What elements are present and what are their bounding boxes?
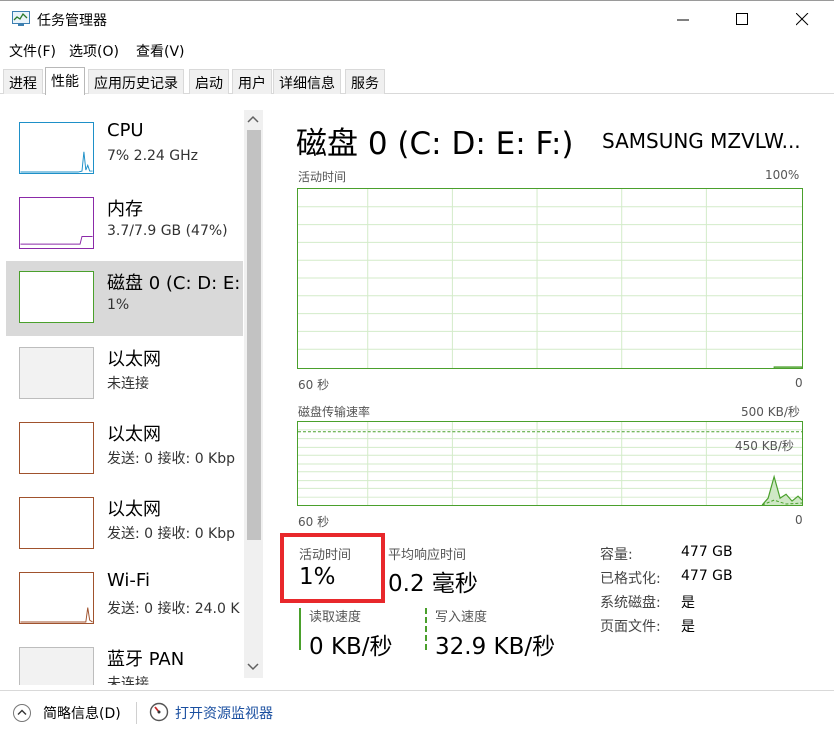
sidebar-item-name: CPU — [107, 120, 144, 141]
capacity-label: 容量: — [600, 547, 633, 563]
sidebar-item-bluetooth-pan[interactable]: 蓝牙 PAN 未连接 — [6, 637, 243, 685]
sidebar-item-name: 内存 — [107, 199, 143, 220]
sidebar-item-name: 蓝牙 PAN — [107, 649, 185, 670]
page-file-label: 页面文件: — [600, 619, 661, 635]
sidebar-item-sub: 7% 2.24 GHz — [107, 148, 199, 164]
write-speed-indicator — [425, 608, 427, 650]
tab-processes[interactable]: 进程 — [3, 69, 43, 94]
graph-time-label: 60 秒 — [298, 515, 330, 529]
transfer-rate-graph — [297, 421, 803, 506]
disk-model: SAMSUNG MZVLW... — [602, 129, 801, 153]
sidebar-item-sub: 发送: 0 接收: 24.0 K — [107, 601, 240, 617]
tab-users[interactable]: 用户 — [232, 69, 272, 94]
ethernet-thumbnail — [19, 347, 94, 399]
formatted-value: 477 GB — [681, 568, 733, 584]
disk-title: 磁盘 0 (C: D: E: F:) — [296, 126, 574, 162]
active-time-series — [773, 366, 802, 368]
read-speed-value: 0 KB/秒 — [309, 634, 393, 660]
minimize-icon — [677, 19, 689, 21]
read-speed-indicator — [299, 608, 301, 650]
title-bar: 任务管理器 — [0, 0, 834, 38]
read-speed-label: 读取速度 — [309, 610, 362, 625]
maximize-button[interactable] — [714, 1, 774, 39]
sidebar-item-sub: 发送: 0 接收: 0 Kbp — [107, 526, 236, 542]
bluetooth-thumbnail — [19, 647, 94, 685]
ethernet-thumbnail — [19, 497, 94, 549]
sidebar-item-ethernet[interactable]: 以太网 发送: 0 接收: 0 Kbp — [6, 487, 243, 562]
footer-bar — [0, 690, 834, 742]
graph-max-label: 100% — [765, 168, 800, 182]
memory-thumbnail — [19, 197, 94, 249]
open-resource-monitor-link[interactable]: 打开资源监视器 — [175, 703, 273, 723]
tab-app-history[interactable]: 应用历史记录 — [88, 69, 184, 94]
cpu-thumbnail — [19, 122, 94, 174]
menu-file[interactable]: 文件(F) — [9, 41, 56, 61]
sidebar-item-name: 以太网 — [107, 349, 161, 370]
sidebar-item-sub: 3.7/7.9 GB (47%) — [107, 223, 228, 239]
tab-bar: 进程 性能 应用历史记录 启动 用户 详细信息 服务 — [0, 67, 834, 95]
close-icon — [796, 13, 809, 26]
response-time-value: 0.2 毫秒 — [388, 571, 478, 597]
response-time-label: 平均响应时间 — [388, 548, 467, 563]
capacity-value: 477 GB — [681, 544, 733, 560]
maximize-icon — [736, 13, 748, 25]
sidebar-item-ethernet[interactable]: 以太网 发送: 0 接收: 0 Kbp — [6, 412, 243, 487]
collapse-chevron-icon[interactable] — [12, 703, 32, 723]
tab-performance[interactable]: 性能 — [45, 67, 85, 95]
write-speed-label: 写入速度 — [435, 610, 488, 625]
sidebar-item-name: 磁盘 0 (C: D: E: — [107, 273, 241, 294]
disk-thumbnail — [19, 271, 94, 323]
task-manager-icon — [12, 11, 30, 26]
system-disk-label: 系统磁盘: — [600, 595, 661, 611]
scroll-up-icon[interactable] — [246, 114, 260, 124]
tab-startup[interactable]: 启动 — [189, 69, 229, 94]
highlight-box — [280, 533, 385, 603]
sidebar-item-name: 以太网 — [107, 499, 161, 520]
page-file-value: 是 — [681, 619, 695, 635]
graph-max-label: 500 KB/秒 — [741, 405, 800, 419]
graph-time-label: 60 秒 — [298, 378, 330, 392]
sidebar-item-wifi[interactable]: Wi-Fi 发送: 0 接收: 24.0 K — [6, 562, 243, 637]
footer-divider — [136, 702, 137, 724]
sidebar-item-sub: 1% — [107, 297, 130, 313]
close-button[interactable] — [774, 1, 834, 39]
fewer-details-link[interactable]: 简略信息(D) — [43, 703, 121, 723]
scroll-down-icon[interactable] — [246, 662, 260, 672]
menu-view[interactable]: 查看(V) — [136, 41, 185, 61]
sidebar-item-sub: 未连接 — [107, 676, 149, 685]
graph-label: 磁盘传输速率 — [298, 405, 371, 419]
window-title: 任务管理器 — [37, 13, 107, 29]
minimize-button[interactable] — [655, 1, 715, 39]
scrollbar-thumb[interactable] — [247, 130, 261, 540]
active-time-graph — [297, 188, 803, 369]
sidebar-item-ethernet[interactable]: 以太网 未连接 — [6, 337, 243, 412]
menu-options[interactable]: 选项(O) — [69, 41, 119, 61]
menu-bar: 文件(F) 选项(O) 查看(V) — [0, 38, 834, 62]
sidebar-item-disk-0[interactable]: 磁盘 0 (C: D: E: 1% — [6, 261, 243, 336]
graph-min-label: 0 — [795, 376, 803, 390]
sidebar-item-cpu[interactable]: CPU 7% 2.24 GHz — [6, 112, 243, 187]
sidebar-item-sub: 未连接 — [107, 376, 149, 392]
tab-services[interactable]: 服务 — [345, 69, 385, 94]
graph-label: 活动时间 — [298, 170, 347, 184]
write-speed-value: 32.9 KB/秒 — [435, 634, 556, 660]
graph-inner-scale-label: 450 KB/秒 — [735, 439, 794, 453]
graph-min-label: 0 — [795, 513, 803, 527]
tab-details[interactable]: 详细信息 — [273, 69, 341, 94]
sidebar-item-memory[interactable]: 内存 3.7/7.9 GB (47%) — [6, 187, 243, 262]
system-disk-value: 是 — [681, 595, 695, 611]
sidebar-item-name: Wi-Fi — [107, 570, 150, 591]
ethernet-thumbnail — [19, 422, 94, 474]
resource-sidebar: CPU 7% 2.24 GHz 内存 3.7/7.9 GB (47%) 磁盘 0… — [0, 95, 266, 685]
wifi-thumbnail — [19, 572, 94, 624]
sidebar-item-name: 以太网 — [107, 424, 161, 445]
resource-monitor-icon[interactable] — [149, 702, 169, 722]
formatted-label: 已格式化: — [600, 571, 661, 587]
sidebar-item-sub: 发送: 0 接收: 0 Kbp — [107, 451, 236, 467]
